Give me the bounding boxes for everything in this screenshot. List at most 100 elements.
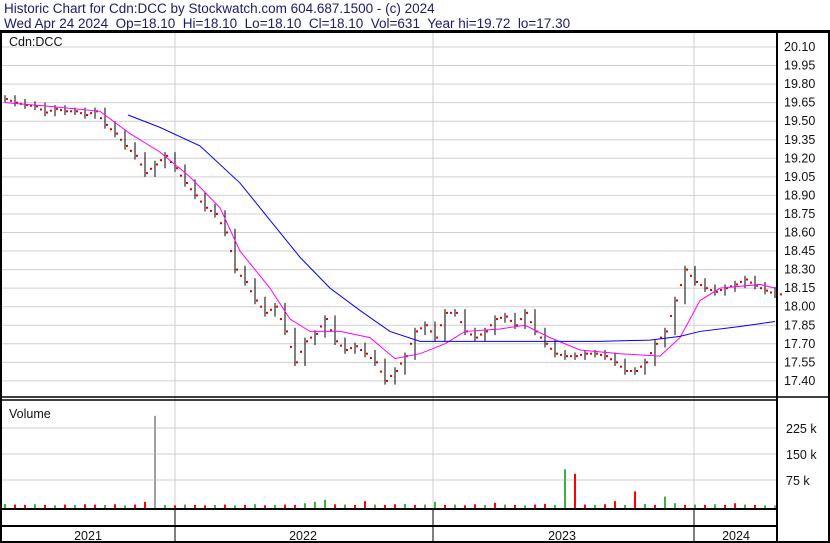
close-dot [530, 321, 532, 324]
close-dot [10, 99, 12, 102]
close-dot [550, 347, 552, 350]
price-tick-label: 19.20 [784, 151, 815, 165]
close-dot [720, 289, 722, 292]
volume-bar [644, 503, 646, 508]
volume-bar [374, 504, 376, 508]
volume-bar [14, 504, 16, 508]
close-tick [256, 299, 258, 302]
close-tick [116, 132, 118, 135]
volume-bar [304, 503, 306, 508]
volume-bar [64, 504, 66, 508]
close-tick [496, 318, 498, 321]
price-tick-label: 17.55 [784, 355, 815, 369]
close-tick [146, 172, 148, 175]
close-dot [400, 362, 402, 365]
close-tick [226, 231, 228, 234]
close-tick [686, 268, 688, 271]
close-dot [540, 336, 542, 339]
volume-label: Volume [9, 407, 51, 421]
close-tick [716, 290, 718, 293]
volume-bar [424, 504, 426, 508]
volume-bar [354, 504, 356, 508]
close-dot [480, 333, 482, 336]
close-tick [326, 318, 328, 321]
close-dot [310, 336, 312, 339]
volume-bar [544, 503, 546, 508]
close-tick [566, 355, 568, 358]
close-tick [216, 212, 218, 215]
close-tick [456, 311, 458, 314]
close-dot [690, 274, 692, 277]
close-dot [570, 355, 572, 358]
close-dot [220, 222, 222, 225]
close-tick [596, 352, 598, 355]
price-tick-label: 19.65 [784, 96, 815, 110]
close-tick [436, 336, 438, 339]
year-label: 2023 [548, 529, 576, 543]
price-tick-label: 18.15 [784, 281, 815, 295]
close-tick [546, 342, 548, 345]
price-tick-label: 17.40 [784, 374, 815, 388]
volume-bar [274, 504, 276, 508]
year-label: 2022 [289, 529, 317, 543]
volume-bar [384, 504, 386, 508]
volume-bar [404, 503, 406, 508]
volume-bar [664, 496, 666, 508]
close-dot [560, 353, 562, 356]
close-dot [50, 109, 52, 112]
volume-bar [154, 415, 156, 508]
volume-bar [634, 491, 636, 508]
close-dot [750, 281, 752, 284]
close-tick [526, 311, 528, 314]
volume-bar [314, 501, 316, 508]
chart-canvas: 20.10 19.95 19.80 19.65 19.50 19.35 19.20 19.05… [0, 30, 830, 543]
close-dot [390, 374, 392, 377]
close-tick [576, 355, 578, 358]
volume-bar [94, 504, 96, 508]
volume-bar [504, 504, 506, 508]
volume-bar [694, 504, 696, 508]
close-tick [366, 352, 368, 355]
close-dot [610, 358, 612, 361]
close-dot [630, 370, 632, 373]
price-tick-label: 18.90 [784, 188, 815, 202]
volume-bar [604, 504, 606, 508]
volume-bar [654, 504, 656, 508]
close-dot [410, 342, 412, 345]
close-tick [446, 311, 448, 314]
close-tick [286, 330, 288, 333]
volume-bar [514, 504, 516, 508]
close-tick [136, 154, 138, 157]
volume-bar [474, 504, 476, 508]
close-dot [150, 167, 152, 170]
close-dot [120, 138, 122, 141]
volume-bar [164, 504, 166, 508]
volume-bar [234, 505, 236, 508]
close-dot [290, 345, 292, 348]
year-label: 2024 [722, 529, 750, 543]
close-tick [426, 324, 428, 327]
close-dot [100, 117, 102, 120]
close-dot [680, 284, 682, 287]
volume-bar [674, 503, 676, 508]
close-dot [370, 357, 372, 360]
close-dot [650, 352, 652, 355]
volume-bar [554, 504, 556, 508]
close-dot [520, 318, 522, 321]
volume-bar [344, 504, 346, 508]
close-tick [656, 342, 658, 345]
volume-bar [494, 502, 496, 508]
close-dot [770, 291, 772, 294]
volume-bar [54, 505, 56, 508]
close-tick [166, 154, 168, 157]
close-tick [296, 361, 298, 364]
volume-bar [244, 504, 246, 508]
close-dot [430, 330, 432, 333]
volume-bar [574, 473, 576, 508]
volume-bar [124, 505, 126, 508]
price-tick-label: 18.45 [784, 244, 815, 258]
close-dot [500, 316, 502, 319]
volume-bar [484, 504, 486, 508]
close-dot [210, 209, 212, 212]
close-tick [106, 123, 108, 126]
